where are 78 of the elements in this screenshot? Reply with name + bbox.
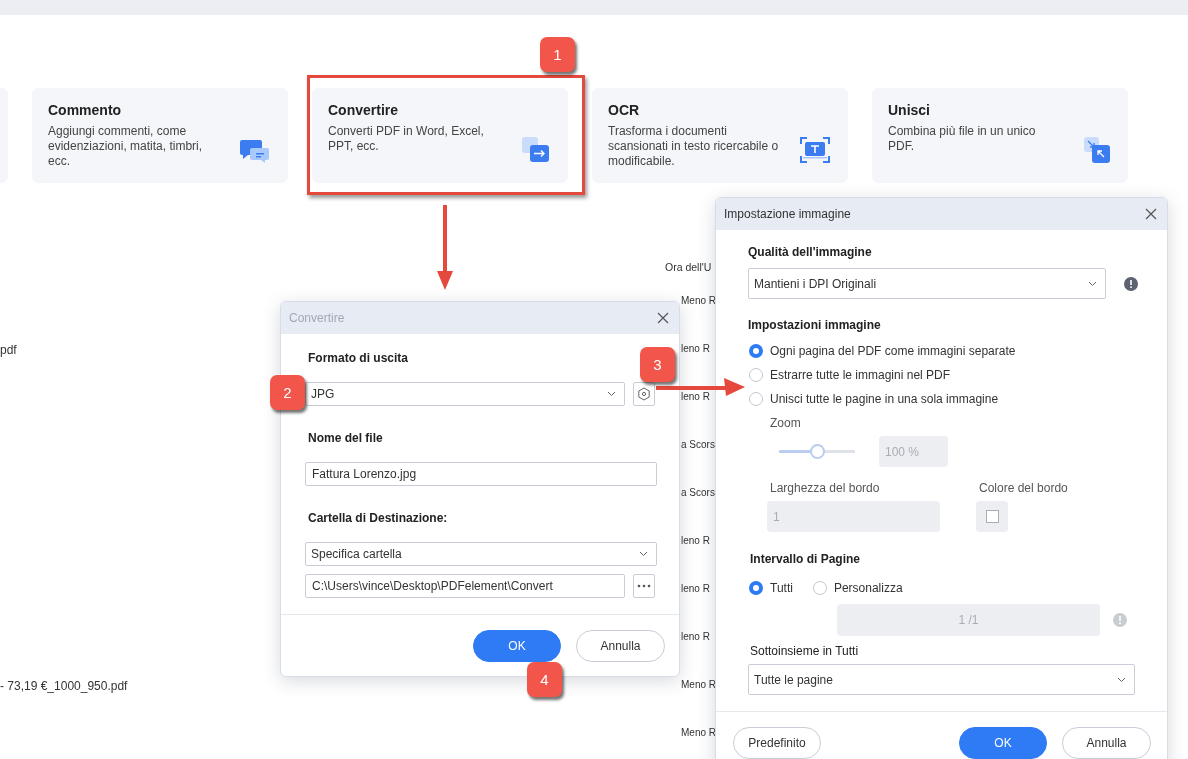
- close-icon[interactable]: [1145, 208, 1157, 220]
- dialog-title: Impostazione immagine: [724, 207, 851, 221]
- table-cell-text: leno R: [681, 535, 710, 548]
- card-description: Trasforma i documenti scansionati in testo ricercabile o modificabile.: [608, 124, 780, 169]
- cancel-button[interactable]: Annulla: [1062, 727, 1151, 759]
- field-label: Formato di uscita: [308, 351, 409, 365]
- file-name-field[interactable]: Fattura Lorenzo.jpg: [305, 462, 657, 486]
- info-icon: [1124, 276, 1138, 291]
- option-label: Tutti: [770, 581, 793, 595]
- field-label: Zoom: [770, 416, 802, 430]
- step-badge: 1: [540, 37, 575, 72]
- field-label: Nome del file: [308, 431, 384, 445]
- settings-icon: [637, 387, 651, 401]
- option-label: Ogni pagina del PDF come immagini separate: [770, 344, 1016, 358]
- chevron-down-icon: [1117, 676, 1126, 683]
- file-name: pdf: [0, 343, 17, 359]
- field-label: Sottoinsieme in Tutti: [750, 644, 860, 658]
- section-label: Intervallo di Pagine: [750, 552, 862, 566]
- scan-text-icon: [800, 137, 830, 163]
- step-badge: 2: [270, 375, 305, 410]
- step-badge: 4: [527, 662, 562, 697]
- ok-button[interactable]: OK: [959, 727, 1047, 759]
- chat-bubbles-icon: [240, 139, 270, 163]
- convert-icon: [522, 137, 550, 163]
- more-icon: [637, 584, 651, 588]
- tool-card[interactable]: Convertire Converti PDF in Word, Excel, PPT, ecc.: [312, 88, 568, 183]
- table-cell-text: Meno R: [681, 295, 716, 308]
- table-cell-text: Meno R: [681, 679, 716, 692]
- table-cell-text: leno R: [681, 343, 710, 356]
- card-title: Unisci: [888, 102, 931, 118]
- quality-select[interactable]: Mantieni i DPI Originali: [748, 268, 1106, 299]
- tool-card[interactable]: Commento Aggiungi commenti, come evidenziazioni, matita, timbri, ecc.: [32, 88, 288, 183]
- tool-card[interactable]: Unisci Combina più file in un unico PDF.: [872, 88, 1128, 183]
- tool-card[interactable]: OCR Trasforma i documenti scansionati in testo ricercabile o modificabile.: [592, 88, 848, 183]
- table-cell-text: leno R: [681, 631, 710, 644]
- field-label: Cartella di Destinazione:: [308, 511, 449, 525]
- field-label: Colore del bordo: [979, 481, 1068, 495]
- chevron-down-icon: [1088, 280, 1097, 287]
- option-label: Personalizza: [833, 581, 903, 595]
- radio-button[interactable]: [749, 368, 763, 382]
- card-description: Combina più file in un unico PDF.: [888, 124, 1037, 154]
- subset-select[interactable]: Tutte le pagine: [748, 664, 1135, 695]
- table-cell-text: a Scors: [681, 487, 715, 500]
- settings-button[interactable]: [633, 382, 655, 406]
- column-header: Ora dell'U: [665, 261, 712, 275]
- option-label: Unisci tutte le pagine in una sola immagine: [770, 392, 999, 406]
- field-label: Larghezza del bordo: [770, 481, 881, 495]
- merge-icon: [1084, 137, 1110, 163]
- file-name: - 73,19 €_1000_950.pdf: [0, 679, 128, 695]
- folder-path-field[interactable]: C:\Users\vince\Desktop\PDFelement\Convert: [305, 574, 625, 598]
- table-cell-text: leno R: [681, 391, 710, 404]
- section-label: Qualità dell'immagine: [748, 245, 873, 259]
- browse-button[interactable]: [633, 574, 655, 598]
- radio-button[interactable]: [749, 581, 763, 595]
- close-icon[interactable]: [657, 312, 669, 324]
- card-title: OCR: [608, 102, 641, 118]
- radio-button[interactable]: [812, 581, 827, 595]
- table-cell-text: leno R: [681, 583, 710, 596]
- card-title: Commento: [48, 102, 123, 118]
- cancel-button[interactable]: Annulla: [576, 630, 665, 662]
- card-description: Aggiungi commenti, come evidenziazioni, matita, timbri, ecc.: [48, 124, 204, 169]
- step-badge: 3: [640, 347, 675, 382]
- default-button[interactable]: Predefinito: [733, 727, 821, 759]
- card-title: Convertire: [328, 102, 400, 118]
- ok-button[interactable]: OK: [473, 630, 561, 662]
- option-label: Estrarre tutte le immagini nel PDF: [770, 368, 951, 382]
- card-description: Converti PDF in Word, Excel, PPT, ecc.: [328, 124, 485, 154]
- table-cell-text: a Scors: [681, 439, 715, 452]
- table-cell-text: Meno R: [681, 727, 716, 740]
- format-select[interactable]: JPG: [305, 382, 625, 406]
- dialog-title: Convertire: [289, 311, 345, 325]
- chevron-down-icon: [607, 391, 616, 397]
- radio-button[interactable]: [749, 392, 763, 406]
- folder-select[interactable]: Specifica cartella: [305, 542, 657, 566]
- radio-button[interactable]: [749, 344, 763, 358]
- section-label: Impostazioni immagine: [748, 318, 882, 332]
- info-icon: [1113, 613, 1127, 627]
- chevron-down-icon: [639, 551, 648, 557]
